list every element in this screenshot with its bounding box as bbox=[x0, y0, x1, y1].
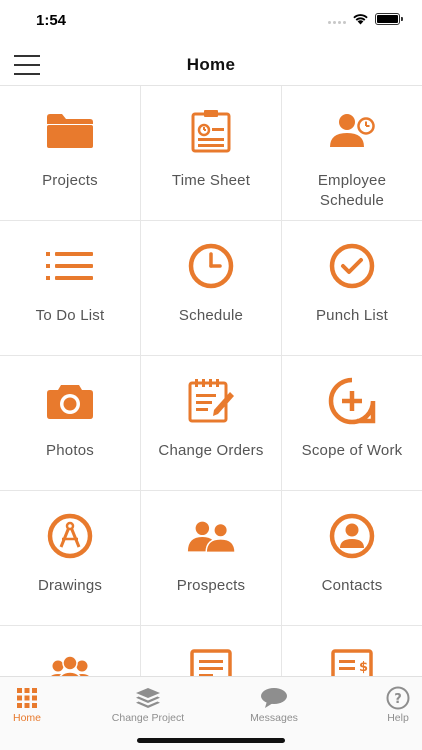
tab-messages[interactable]: Messages bbox=[229, 683, 319, 727]
contact-icon bbox=[327, 513, 377, 559]
list-icon bbox=[45, 243, 95, 289]
tile-scope-of-work[interactable]: Scope of Work bbox=[282, 356, 422, 491]
tab-label: Change Project bbox=[111, 712, 185, 724]
tile-contacts[interactable]: Contacts bbox=[282, 491, 422, 626]
tile-label: Drawings bbox=[37, 577, 103, 594]
tab-help[interactable]: ? Help bbox=[353, 683, 422, 727]
tile-label: Time Sheet bbox=[171, 172, 251, 189]
nav-bar: Home bbox=[0, 44, 422, 86]
employee-schedule-icon bbox=[327, 108, 377, 154]
plus-bubble-icon bbox=[327, 377, 377, 425]
page-title: Home bbox=[186, 55, 236, 74]
tile-document[interactable] bbox=[141, 626, 282, 676]
status-bar: 1:54 bbox=[0, 0, 422, 44]
tile-label: Schedule bbox=[178, 307, 244, 324]
tile-prospects[interactable]: Prospects bbox=[141, 491, 282, 626]
svg-text:?: ? bbox=[394, 692, 402, 707]
tile-label: Scope of Work bbox=[301, 442, 403, 459]
tile-label: Punch List bbox=[315, 307, 389, 324]
home-indicator bbox=[137, 738, 285, 743]
tile-photos[interactable]: Photos bbox=[0, 356, 141, 491]
check-circle-icon bbox=[327, 243, 377, 289]
tab-label: Home bbox=[12, 712, 41, 724]
compass-icon bbox=[45, 513, 95, 559]
tile-label: To Do List bbox=[35, 307, 105, 324]
tab-label: Messages bbox=[250, 712, 298, 724]
tile-change-orders[interactable]: Change Orders bbox=[141, 356, 282, 491]
people-icon bbox=[186, 513, 236, 559]
battery-icon bbox=[375, 13, 403, 25]
chat-bubble-icon bbox=[229, 686, 319, 710]
folder-icon bbox=[45, 108, 95, 154]
status-icons bbox=[328, 13, 403, 25]
cellular-signal-icon bbox=[328, 14, 346, 24]
grid-icon bbox=[0, 686, 72, 710]
clock-icon bbox=[186, 243, 236, 289]
feature-grid: Projects Time Sheet Employee Schedule To… bbox=[0, 86, 422, 676]
notepad-pencil-icon bbox=[186, 378, 236, 424]
status-time: 1:54 bbox=[36, 12, 67, 29]
tile-schedule[interactable]: Schedule bbox=[141, 221, 282, 356]
layers-icon bbox=[103, 686, 193, 710]
camera-icon bbox=[45, 378, 95, 424]
tab-change-project[interactable]: Change Project bbox=[103, 683, 193, 727]
invoice-icon: $ bbox=[327, 648, 377, 676]
tile-label: Change Orders bbox=[158, 442, 264, 459]
svg-text:$: $ bbox=[359, 660, 368, 675]
timesheet-icon bbox=[186, 108, 236, 154]
tile-label: Projects bbox=[42, 172, 98, 189]
document-icon bbox=[186, 648, 236, 676]
tile-label: Prospects bbox=[176, 577, 246, 594]
help-icon: ? bbox=[353, 686, 422, 710]
tile-employee-schedule[interactable]: Employee Schedule bbox=[282, 86, 422, 221]
tile-group[interactable] bbox=[0, 626, 141, 676]
tile-label: Photos bbox=[46, 442, 94, 459]
tile-projects[interactable]: Projects bbox=[0, 86, 141, 221]
tile-drawings[interactable]: Drawings bbox=[0, 491, 141, 626]
tile-to-do-list[interactable]: To Do List bbox=[0, 221, 141, 356]
wifi-icon bbox=[353, 14, 368, 25]
group-icon bbox=[45, 648, 95, 676]
tile-punch-list[interactable]: Punch List bbox=[282, 221, 422, 356]
tile-time-sheet[interactable]: Time Sheet bbox=[141, 86, 282, 221]
tile-label: Employee Schedule bbox=[317, 172, 387, 209]
tab-home[interactable]: Home bbox=[0, 683, 72, 727]
tile-invoice[interactable]: $ bbox=[282, 626, 422, 676]
tab-label: Help bbox=[387, 712, 409, 724]
tile-label: Contacts bbox=[321, 577, 383, 594]
